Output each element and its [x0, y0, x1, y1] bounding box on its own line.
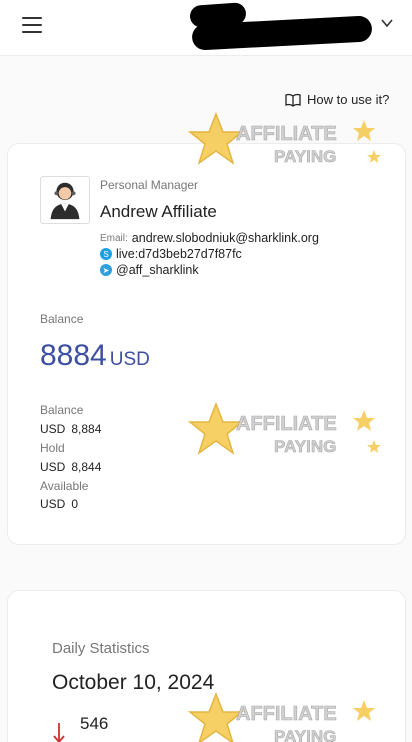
- how-to-use-label: How to use it?: [307, 92, 390, 107]
- avatar: [40, 176, 90, 224]
- svg-text:AFFILIATE: AFFILIATE: [236, 123, 337, 145]
- how-to-use-link[interactable]: How to use it?: [285, 92, 389, 107]
- amount: 8,844: [71, 460, 102, 474]
- top-bar: [0, 0, 412, 56]
- svg-text:PAYING: PAYING: [274, 147, 336, 166]
- chevron-down-icon[interactable]: [380, 16, 394, 30]
- amount: 8,884: [71, 422, 102, 436]
- currency: USD: [40, 497, 66, 511]
- amount: 0: [71, 497, 79, 511]
- email-link[interactable]: andrew.slobodniuk@sharklink.org: [132, 231, 319, 245]
- book-icon: [285, 93, 301, 107]
- watermark-logo: AFFILIATE PAYING: [187, 111, 381, 166]
- svg-text:PAYING: PAYING: [274, 727, 336, 742]
- watermark-logo: AFFILIATE PAYING: [187, 401, 381, 456]
- available-row-value: USD 0: [40, 497, 78, 511]
- balance-row-label: Balance: [40, 403, 84, 417]
- manager-skype: S live:d7d3beb27d7f87fc: [100, 247, 242, 261]
- balance-currency: USD: [109, 349, 150, 370]
- balance-row-value: USD 8,884: [40, 422, 101, 436]
- svg-text:PAYING: PAYING: [274, 437, 336, 456]
- currency: USD: [40, 460, 66, 474]
- email-label: Email:: [100, 232, 128, 244]
- hold-row-label: Hold: [40, 441, 65, 455]
- available-row-label: Available: [40, 479, 89, 493]
- hamburger-icon[interactable]: [22, 17, 42, 35]
- manager-telegram: ➤ @aff_sharklink: [100, 263, 199, 277]
- personal-manager-label: Personal Manager: [100, 178, 199, 192]
- svg-text:AFFILIATE: AFFILIATE: [236, 413, 337, 435]
- watermark-logo: AFFILIATE PAYING: [187, 691, 375, 742]
- currency: USD: [40, 422, 66, 436]
- manager-name: Andrew Affiliate: [100, 202, 217, 221]
- balance-label: Balance: [40, 312, 84, 326]
- svg-text:AFFILIATE: AFFILIATE: [236, 703, 337, 725]
- balance-total: 8884 USD: [40, 339, 150, 373]
- balance-amount: 8884: [40, 339, 107, 372]
- hold-row-value: USD 8,844: [40, 460, 101, 474]
- daily-statistics-value: 546: [80, 714, 109, 733]
- skype-icon: S: [100, 248, 112, 260]
- telegram-icon: ➤: [100, 264, 112, 276]
- telegram-link[interactable]: @aff_sharklink: [116, 263, 199, 277]
- daily-statistics-label: Daily Statistics: [52, 640, 150, 657]
- down-arrow-icon: [53, 723, 65, 742]
- manager-email: Email: andrew.slobodniuk@sharklink.org: [100, 231, 319, 245]
- skype-link[interactable]: live:d7d3beb27d7f87fc: [116, 247, 242, 261]
